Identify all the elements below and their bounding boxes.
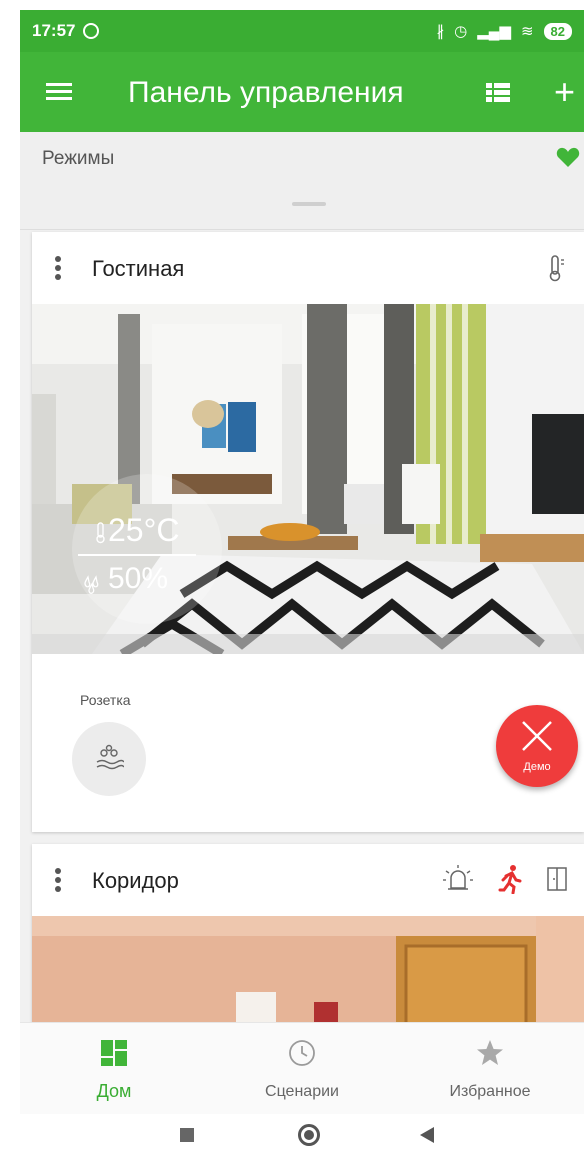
app-bar: Панель управления + — [20, 52, 584, 132]
hamburger-icon[interactable] — [46, 83, 72, 101]
door-icon[interactable] — [546, 866, 568, 892]
home-grid-icon — [101, 1040, 127, 1066]
star-icon — [477, 1040, 503, 1065]
drag-handle[interactable] — [292, 202, 326, 206]
recent-apps-icon[interactable] — [180, 1128, 194, 1142]
nav-scenarios-label: Сценарии — [265, 1083, 339, 1100]
alarm-clock-icon: ◷ — [454, 23, 468, 40]
home-button-icon[interactable] — [298, 1124, 320, 1146]
list-view-icon[interactable] — [486, 83, 510, 103]
device-label: Розетка — [80, 692, 131, 708]
signal-icon: ▂▄▆ — [477, 23, 511, 40]
nav-home-label: Дом — [96, 1081, 132, 1101]
close-icon — [522, 721, 552, 751]
thermometer-icon[interactable] — [548, 254, 566, 282]
clock-icon — [289, 1040, 315, 1066]
app-screen: 17:57 ∦ ◷ ▂▄▆ ≋ 82 Панель управления + Р… — [20, 10, 584, 1151]
alarm-icon[interactable] — [442, 864, 474, 894]
bluetooth-icon: ∦ — [436, 23, 445, 40]
heart-icon[interactable] — [556, 146, 580, 168]
wifi-icon: ≋ — [520, 23, 534, 40]
status-time: 17:57 — [32, 21, 76, 40]
nav-scenarios[interactable]: Сценарии — [208, 1023, 396, 1115]
status-icons: ∦ ◷ ▂▄▆ ≋ 82 — [437, 22, 572, 40]
humidity-icon — [84, 575, 99, 594]
humidity-value: 50% — [108, 562, 169, 595]
climate-divider — [78, 554, 196, 556]
modes-panel[interactable]: Режимы — [20, 132, 584, 230]
more-options-icon[interactable] — [55, 868, 61, 895]
room-card-header: Коридор — [32, 844, 584, 916]
room-title: Коридор — [92, 868, 179, 893]
temperature-value: 25°C — [108, 512, 180, 548]
whatsapp-icon — [83, 23, 100, 39]
status-bar: 17:57 ∦ ◷ ▂▄▆ ≋ 82 — [20, 10, 584, 52]
demo-label: Демо — [523, 761, 551, 773]
demo-button[interactable]: Демо — [496, 705, 578, 787]
back-icon[interactable] — [420, 1127, 434, 1143]
water-drops-icon — [96, 744, 124, 770]
nav-home[interactable]: Дом — [20, 1023, 208, 1115]
room-card-header: Гостиная — [32, 232, 584, 304]
device-button[interactable] — [72, 722, 146, 796]
motion-icon[interactable] — [498, 864, 522, 894]
battery-indicator: 82 — [543, 22, 572, 40]
modes-label: Режимы — [42, 148, 115, 169]
room-photo: 25°C 50% — [32, 304, 584, 654]
room-title: Гостиная — [92, 256, 185, 281]
nav-favorites[interactable]: Избранное — [396, 1023, 584, 1115]
small-thermometer-icon — [96, 522, 105, 544]
page-title: Панель управления — [128, 76, 404, 109]
more-options-icon[interactable] — [55, 256, 61, 283]
bottom-navigation: Дом Сценарии Избранное — [20, 1022, 584, 1114]
plus-icon[interactable]: + — [554, 74, 575, 110]
climate-overlay — [72, 474, 222, 624]
system-navigation — [20, 1114, 584, 1151]
nav-favorites-label: Избранное — [449, 1083, 531, 1100]
